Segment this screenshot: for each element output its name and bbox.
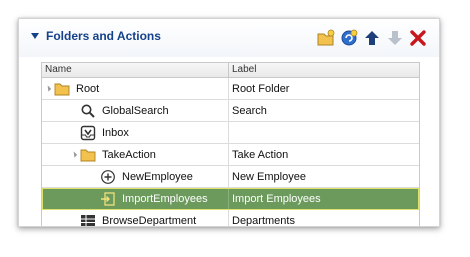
delete-button[interactable] — [409, 29, 427, 47]
folder-icon — [80, 147, 96, 163]
new-action-icon — [341, 29, 358, 46]
row-name: Root — [76, 82, 100, 95]
row-name: ImportEmployees — [122, 192, 208, 205]
folders-actions-panel: Folders and Actions Name Label Root Root… — [18, 18, 440, 227]
move-up-button[interactable] — [363, 29, 381, 47]
row-label: Search — [232, 104, 267, 117]
expand-toggle-icon[interactable] — [44, 85, 52, 92]
arrow-down-icon — [388, 31, 402, 45]
row-label: New Employee — [232, 170, 306, 183]
row-label: Departments — [232, 214, 295, 227]
column-header-label[interactable]: Label — [229, 63, 419, 77]
search-icon — [80, 103, 96, 119]
row-name: BrowseDepartment — [102, 214, 197, 227]
name-cell: GlobalSearch — [42, 100, 229, 121]
name-cell: NewEmployee — [42, 166, 229, 187]
tree-row-browsedepartment[interactable]: BrowseDepartment Departments — [42, 210, 419, 227]
row-label: Take Action — [232, 148, 289, 161]
folder-icon — [54, 81, 70, 97]
row-name: NewEmployee — [122, 170, 193, 183]
tree-row-root[interactable]: Root Root Folder — [42, 78, 419, 100]
grid-header: Name Label — [42, 63, 419, 78]
toolbar — [317, 29, 427, 47]
row-name: Inbox — [102, 126, 129, 139]
inbox-icon — [80, 125, 96, 141]
import-icon — [100, 191, 116, 207]
row-name: GlobalSearch — [102, 104, 169, 117]
new-folder-icon — [317, 29, 335, 46]
plus-circle-icon — [100, 169, 116, 185]
table-icon — [80, 213, 96, 226]
name-cell: Root — [42, 78, 229, 99]
delete-x-icon — [410, 30, 426, 46]
expand-toggle-icon[interactable] — [70, 151, 78, 158]
tree-row-inbox[interactable]: Inbox — [42, 122, 419, 144]
name-cell: Inbox — [42, 122, 229, 143]
panel-header: Folders and Actions — [19, 19, 439, 57]
tree-row-importemployees[interactable]: ImportEmployees Import Employees — [42, 188, 419, 210]
tree-row-takeaction[interactable]: TakeAction Take Action — [42, 144, 419, 166]
grid-body: Root Root Folder GlobalSearch Search Inbox Ta… — [42, 78, 419, 227]
column-header-name[interactable]: Name — [42, 63, 229, 77]
row-name: TakeAction — [102, 148, 156, 161]
new-folder-button[interactable] — [317, 29, 335, 47]
name-cell: ImportEmployees — [42, 188, 229, 209]
collapse-caret-icon[interactable] — [31, 33, 39, 39]
tree-row-newemployee[interactable]: NewEmployee New Employee — [42, 166, 419, 188]
tree-row-globalsearch[interactable]: GlobalSearch Search — [42, 100, 419, 122]
new-action-button[interactable] — [340, 29, 358, 47]
name-cell: TakeAction — [42, 144, 229, 165]
panel-title: Folders and Actions — [46, 29, 161, 43]
name-cell: BrowseDepartment — [42, 210, 229, 227]
folders-tree-grid: Name Label Root Root Folder GlobalSearch Se… — [41, 62, 420, 227]
move-down-button[interactable] — [386, 29, 404, 47]
row-label — [229, 122, 419, 143]
row-label: Root Folder — [232, 82, 290, 95]
row-label: Import Employees — [232, 192, 321, 205]
arrow-up-icon — [365, 31, 379, 45]
panel-title-toggle[interactable]: Folders and Actions — [31, 27, 161, 45]
